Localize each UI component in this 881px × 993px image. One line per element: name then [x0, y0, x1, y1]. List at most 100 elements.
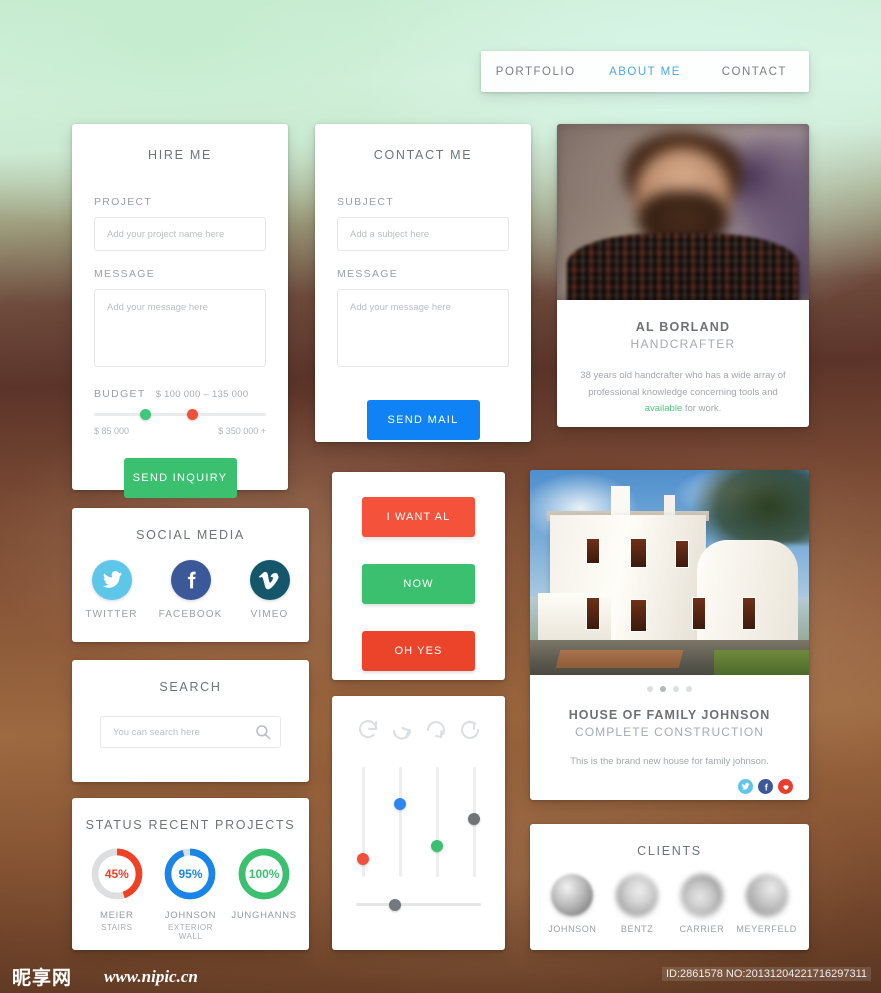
clients-card: CLIENTS JOHNSON BENTZ CARRIER MEYERFELD [530, 824, 809, 950]
watermark-id: ID:2861578 NO:20131204221716297311 [661, 967, 871, 981]
watermark-logo: 昵享网 [12, 967, 73, 989]
vertical-slider-3[interactable] [431, 767, 443, 877]
vertical-slider-1[interactable] [357, 767, 369, 877]
status-item-meier: 45% MEIER STAIRS [82, 846, 152, 941]
hire-me-title: HIRE ME [148, 148, 212, 162]
vertical-slider-knob-1[interactable] [357, 852, 369, 865]
refresh-ccw-icon[interactable] [458, 718, 482, 742]
vertical-slider-knob-4[interactable] [468, 813, 480, 826]
avatar [680, 874, 723, 916]
budget-range-knob-low[interactable] [140, 409, 152, 420]
project-title: HOUSE OF FAMILY JOHNSON [568, 708, 771, 722]
about-description: 38 years old handcrafter who has a wide … [575, 368, 791, 418]
refresh-icon-row [332, 718, 505, 742]
magnifier-icon[interactable] [254, 723, 272, 741]
donut-sub-johnson: EXTERIOR WALL [168, 923, 213, 941]
client-item-carrier[interactable]: CARRIER [671, 874, 733, 934]
cta-button-oh-yes[interactable]: OH YES [362, 631, 475, 671]
refresh-cw-icon[interactable] [356, 718, 380, 742]
about-name: AL BORLAND [635, 320, 731, 334]
send-mail-button[interactable]: SEND MAIL [366, 400, 480, 440]
clients-list: JOHNSON BENTZ CARRIER MEYERFELD [530, 874, 809, 934]
client-name-meyerfeld: MEYERFELD [736, 924, 797, 934]
about-info: AL BORLAND HANDCRAFTER 38 years old hand… [557, 300, 809, 418]
about-desc-part2: for work. [682, 403, 722, 415]
budget-range-track[interactable] [94, 409, 266, 420]
budget-value: $ 100 000 – 135 000 [155, 389, 249, 400]
status-item-junghanns: 100% JUNGHANNS [229, 846, 299, 941]
client-item-bentz[interactable]: BENTZ [606, 874, 668, 934]
subject-input[interactable] [337, 217, 509, 251]
avatar [745, 874, 788, 916]
search-title: SEARCH [159, 680, 222, 694]
about-me-card: AL BORLAND HANDCRAFTER 38 years old hand… [557, 124, 809, 427]
send-inquiry-button[interactable]: SEND INQUIRY [123, 458, 237, 498]
carousel-dot-2[interactable] [660, 686, 666, 692]
nav-item-portfolio[interactable]: PORTFOLIO [481, 66, 590, 78]
social-name-facebook: FACEBOOK [158, 609, 223, 620]
status-item-johnson: 95% JOHNSON EXTERIOR WALL [155, 846, 225, 941]
carousel-dot-1[interactable] [647, 686, 653, 692]
social-item-twitter[interactable]: TWITTER [77, 560, 147, 620]
watermark-url: www.nipic.cn [104, 967, 198, 986]
heart-icon[interactable] [778, 779, 793, 794]
donut-name-meier: MEIER [100, 910, 134, 921]
budget-range-knob-high[interactable] [186, 409, 198, 420]
contact-message-label: MESSAGE [337, 268, 399, 280]
nav-item-about-me[interactable]: ABOUT ME [590, 66, 699, 78]
vertical-slider-knob-3[interactable] [431, 839, 443, 852]
donut-value-meier: 45% [104, 867, 129, 881]
vertical-slider-4[interactable] [468, 767, 480, 877]
project-share-row [546, 779, 793, 794]
vertical-slider-knob-2[interactable] [394, 797, 406, 810]
donut-chart-meier: 45% [89, 846, 145, 902]
horizontal-slider-knob[interactable] [388, 898, 401, 911]
donut-chart-johnson: 95% [162, 846, 218, 902]
cta-button-i-want-al[interactable]: I WANT AL [362, 497, 475, 537]
hire-message-textarea[interactable] [94, 289, 266, 367]
search-card: SEARCH [72, 660, 309, 782]
contact-me-title: CONTACT ME [373, 148, 473, 162]
vertical-slider-2[interactable] [394, 767, 406, 877]
project-card: HOUSE OF FAMILY JOHNSON COMPLETE CONSTRU… [530, 470, 809, 800]
about-availability-link[interactable]: available [645, 403, 683, 414]
main-navigation: PORTFOLIO ABOUT ME CONTACT [481, 51, 809, 92]
search-field-wrapper [100, 716, 281, 748]
twitter-bird-icon [91, 560, 132, 600]
contact-message-textarea[interactable] [337, 289, 509, 367]
portrait-photo [557, 124, 809, 300]
twitter-bird-icon[interactable] [738, 779, 753, 794]
client-item-johnson[interactable]: JOHNSON [541, 874, 603, 934]
refresh-cw-icon[interactable] [390, 718, 414, 742]
cta-buttons-card: I WANT AL NOW OH YES [332, 472, 505, 680]
project-subtitle: COMPLETE CONSTRUCTION [574, 725, 765, 739]
refresh-ccw-icon[interactable] [424, 718, 448, 742]
social-item-facebook[interactable]: FACEBOOK [156, 560, 226, 620]
hire-message-label: MESSAGE [94, 268, 156, 280]
avatar [616, 874, 659, 916]
nav-item-contact[interactable]: CONTACT [700, 66, 809, 78]
project-input[interactable] [94, 217, 266, 251]
watermark-footer: 昵享网 www.nipic.cn ID:2861578 NO:201312042… [0, 956, 881, 993]
carousel-dot-3[interactable] [673, 686, 679, 692]
client-item-meyerfeld[interactable]: MEYERFELD [736, 874, 798, 934]
about-role: HANDCRAFTER [630, 337, 736, 351]
budget-range-max: $ 350 000 + [218, 426, 266, 436]
vimeo-v-icon [249, 560, 290, 600]
project-label: PROJECT [94, 196, 153, 208]
donut-value-johnson: 95% [178, 867, 203, 881]
facebook-f-icon[interactable] [758, 779, 773, 794]
client-name-johnson: JOHNSON [548, 924, 597, 934]
status-title: STATUS RECENT PROJECTS [85, 818, 296, 832]
horizontal-slider[interactable] [356, 898, 481, 911]
clients-title: CLIENTS [637, 844, 702, 858]
donut-name-johnson: JOHNSON [164, 910, 217, 921]
client-name-carrier: CARRIER [679, 924, 725, 934]
project-description: This is the brand new house for family j… [570, 756, 769, 767]
cta-button-now[interactable]: NOW [362, 564, 475, 604]
social-media-card: SOCIAL MEDIA TWITTER FACEBOOK VIMEO [72, 508, 309, 642]
carousel-dots [530, 686, 809, 692]
social-item-vimeo[interactable]: VIMEO [235, 560, 305, 620]
status-donut-list: 45% MEIER STAIRS 95% JOHNSON EXTERIOR WA… [72, 846, 309, 941]
carousel-dot-4[interactable] [686, 686, 692, 692]
